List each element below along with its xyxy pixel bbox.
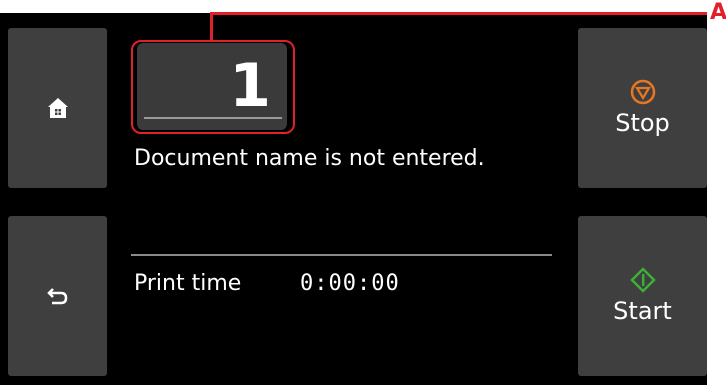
- home-icon: [47, 98, 68, 118]
- print-time-label: Print time: [134, 271, 242, 296]
- stop-label: Stop: [615, 109, 670, 137]
- start-label: Start: [613, 297, 672, 325]
- callout-label: A: [710, 0, 726, 25]
- stop-button[interactable]: Stop: [578, 28, 707, 188]
- callout-highlight-box: [131, 40, 295, 134]
- print-time-value: 0:00:00: [300, 271, 400, 296]
- back-button[interactable]: [8, 216, 107, 376]
- divider: [131, 254, 552, 256]
- callout-line: [210, 12, 707, 15]
- start-icon: [629, 267, 656, 293]
- start-button[interactable]: Start: [578, 216, 707, 376]
- home-button[interactable]: [8, 28, 107, 188]
- callout-line-vertical: [210, 12, 213, 42]
- stop-icon: [630, 79, 655, 105]
- back-icon: [46, 288, 67, 305]
- document-name-message: Document name is not entered.: [134, 146, 485, 171]
